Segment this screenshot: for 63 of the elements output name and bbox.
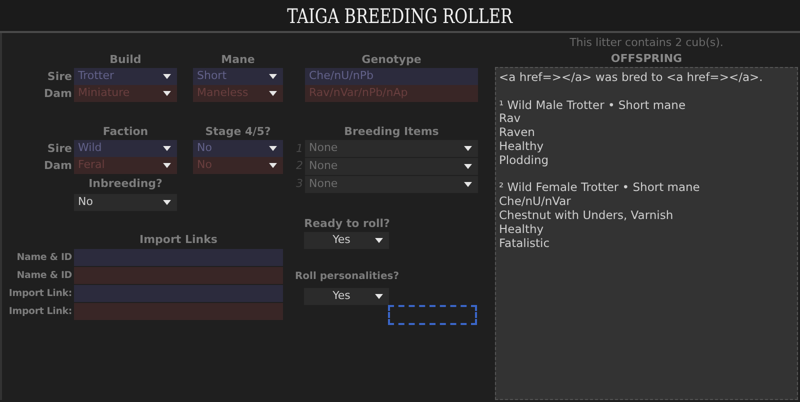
field-label: Ready to roll?: [303, 216, 391, 232]
offspring-line: Plodding: [499, 154, 550, 168]
caret-icon: [375, 238, 383, 243]
caret-icon: [269, 91, 277, 96]
text-field[interactable]: [74, 303, 283, 320]
faction-dropdown[interactable]: Wild: [74, 140, 177, 157]
item-dropdown[interactable]: None: [305, 140, 478, 157]
row-label: Dam: [42, 158, 73, 174]
offspring-text-area[interactable]: <a href=></a> was bred to <a href=></a>. ¹ Wild Male Trotter • Short mane Rav Raven Healthy Plodding ² Wild Female Trotter • Short mane Che/nU/nVar Chestnut with Unders, Varnish Healthy Fatalistic: [495, 67, 798, 400]
ready-dropdown[interactable]: Yes: [304, 232, 389, 249]
caret-icon: [163, 74, 171, 79]
offspring-line: ² Wild Female Trotter • Short mane: [499, 181, 701, 196]
app-title: TAIGA BREEDING ROLLER: [287, 2, 513, 30]
genotype-field[interactable]: Che/nU/nPb: [305, 68, 478, 85]
row-label: Name & ID: [16, 251, 73, 265]
row-label: Sire: [46, 141, 73, 157]
personalities-dropdown[interactable]: Yes: [304, 288, 389, 305]
offspring-line: Healthy: [499, 140, 545, 154]
column-header: Breeding Items: [343, 124, 440, 140]
text-field[interactable]: [74, 249, 283, 266]
caret-icon: [464, 164, 472, 169]
caret-icon: [464, 146, 472, 151]
caret-icon: [269, 74, 277, 79]
column-header: Mane: [220, 52, 256, 68]
input-field[interactable]: [388, 305, 477, 325]
column-header: Genotype: [360, 52, 422, 68]
offspring-line: Fatalistic: [499, 236, 551, 250]
row-label: Import Link:: [8, 287, 73, 301]
column-header: Build: [108, 52, 142, 68]
caret-icon: [163, 200, 171, 205]
offspring-line: Raven: [499, 126, 536, 140]
field-label: Roll personalities?: [294, 270, 400, 284]
item-dropdown[interactable]: None: [305, 158, 478, 175]
offspring-intro: <a href=></a> was bred to <a href=></a>.: [499, 71, 764, 85]
column-header: Stage 4/5?: [204, 124, 272, 140]
field-label: Inbreeding?: [88, 176, 164, 192]
caret-icon: [375, 294, 383, 299]
caret-icon: [163, 91, 171, 96]
caret-icon: [269, 146, 277, 151]
offspring-line: Chestnut with Unders, Varnish: [499, 208, 674, 223]
caret-icon: [163, 146, 171, 151]
text-field[interactable]: [74, 285, 283, 302]
caret-icon: [269, 163, 277, 168]
row-label: Dam: [42, 86, 73, 102]
litter-note: This litter contains 2 cub(s).: [568, 35, 724, 50]
column-header: Faction: [102, 124, 150, 140]
row-label: Name & ID: [16, 269, 73, 283]
offspring-line: Rav: [499, 112, 522, 126]
item-dropdown[interactable]: None: [305, 176, 478, 193]
row-label: Sire: [46, 69, 73, 85]
row-label: Import Link:: [8, 305, 73, 319]
section-header: Import Links: [138, 232, 218, 248]
mane-dropdown[interactable]: Short: [193, 68, 283, 85]
offspring-line: Healthy: [499, 222, 545, 237]
offspring-line: Che/nU/nVar: [499, 195, 572, 209]
build-dropdown[interactable]: Trotter: [74, 68, 177, 85]
offspring-line: ¹ Wild Male Trotter • Short mane: [499, 98, 687, 112]
text-field[interactable]: [74, 267, 283, 284]
caret-icon: [163, 163, 171, 168]
caret-icon: [464, 182, 472, 187]
inbreeding-dropdown[interactable]: No: [74, 194, 177, 211]
stage-dropdown[interactable]: No: [193, 140, 283, 157]
section-header: OFFSPRING: [610, 51, 684, 67]
